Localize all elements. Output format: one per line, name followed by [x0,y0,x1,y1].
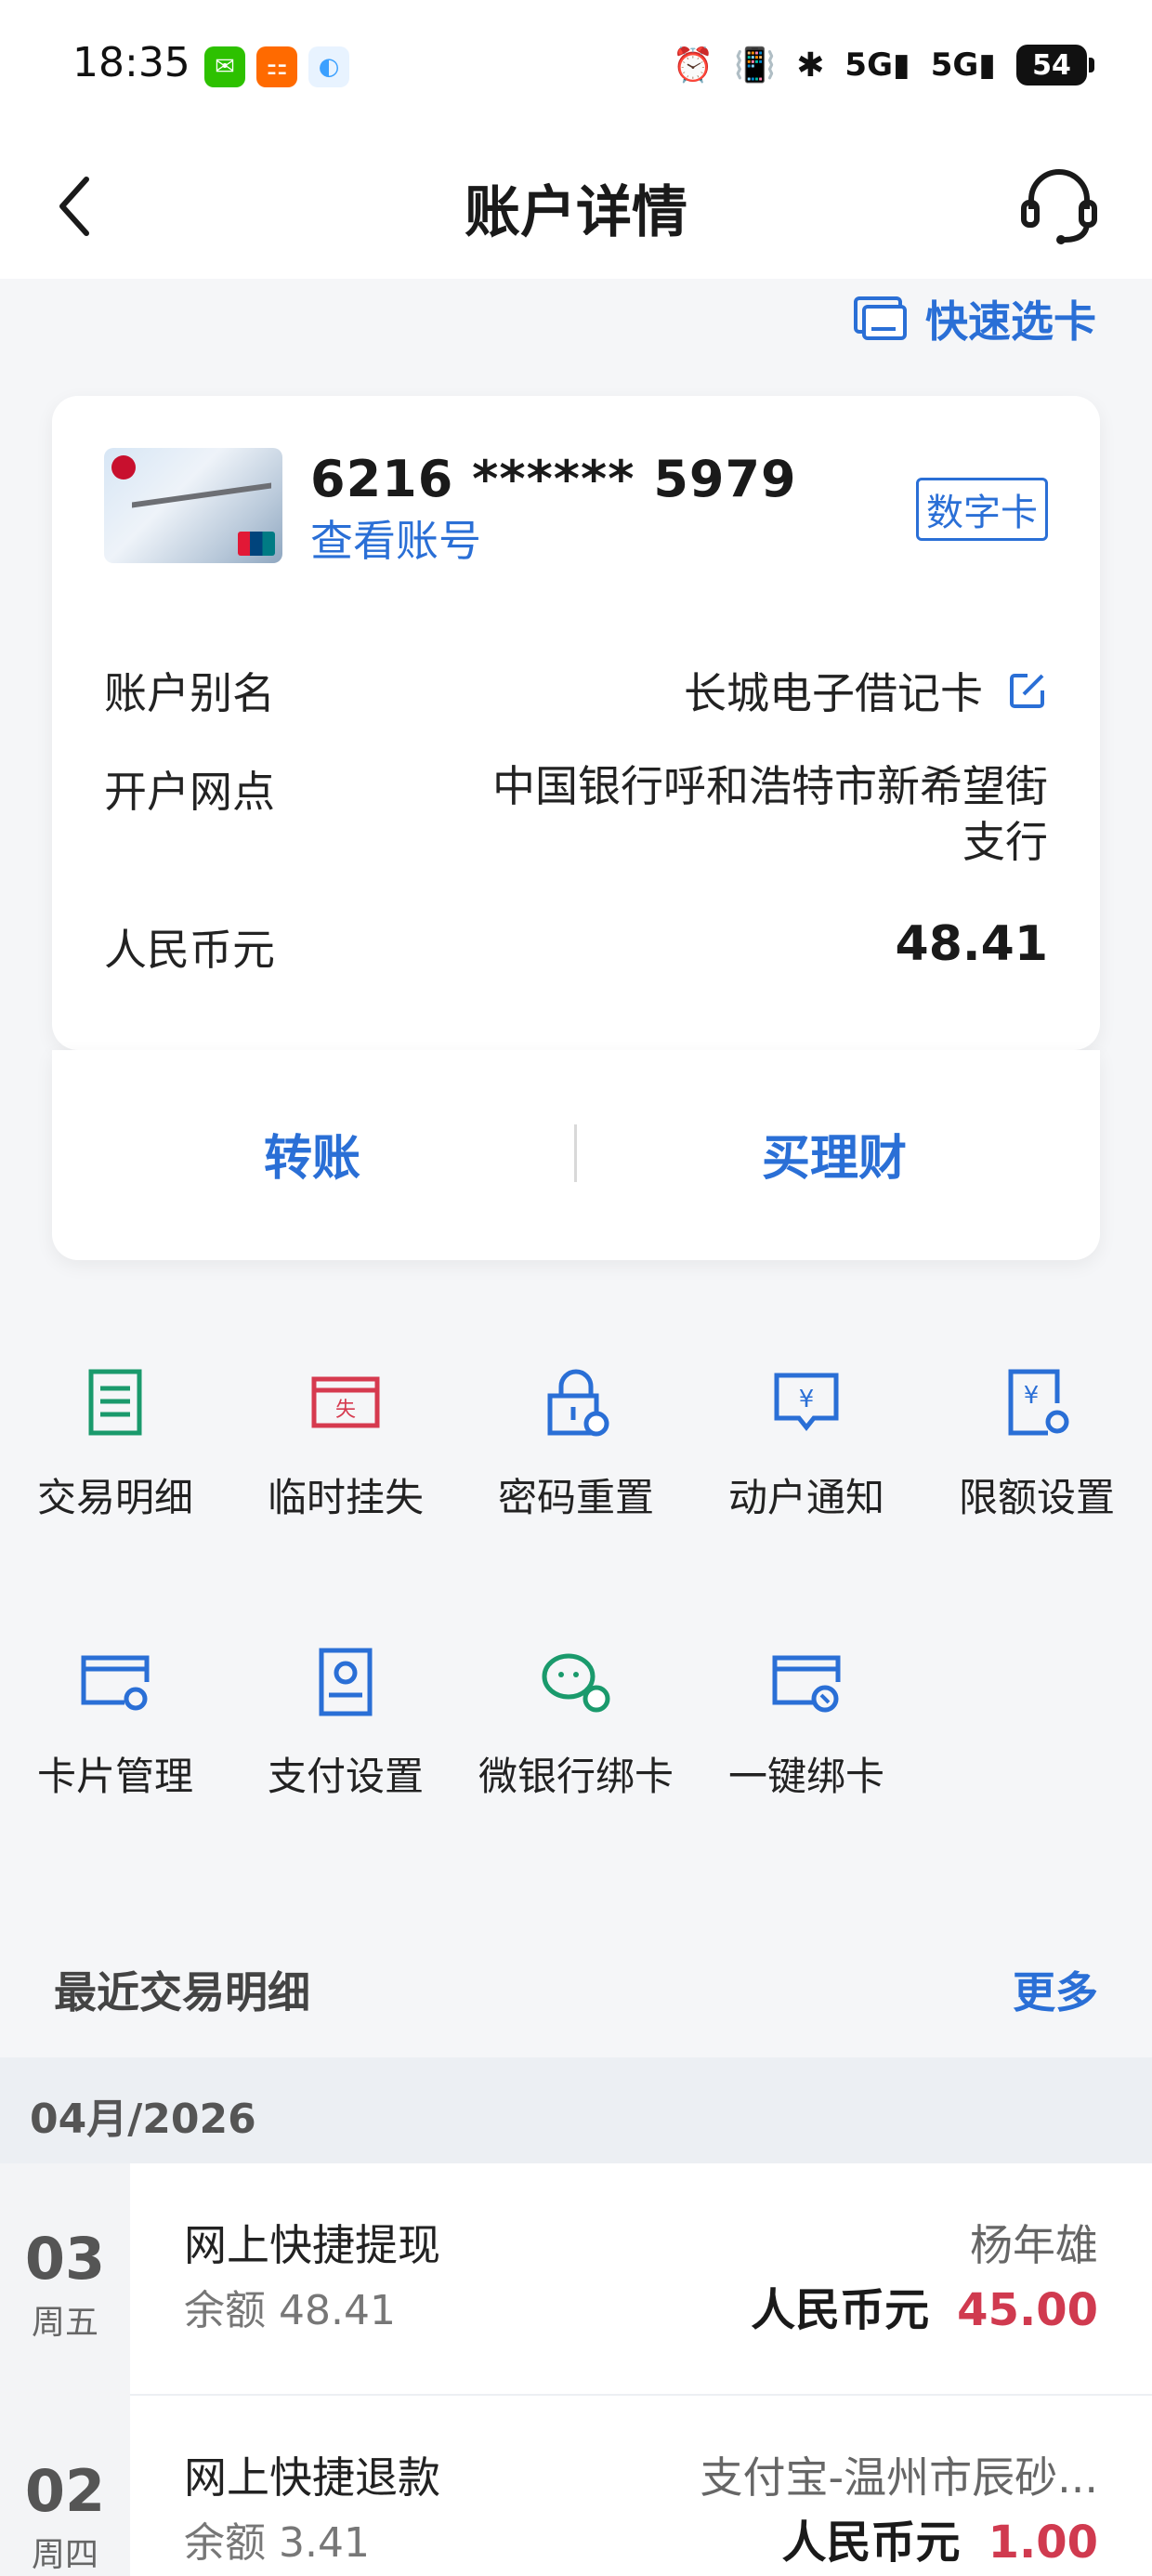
transaction-row[interactable]: 02 周四 网上快捷退款 余额 3.41 支付宝-温州市辰砂... 人民币元 1.… [0,2396,1152,2576]
fn-label: 限额设置 [958,1475,1115,1520]
currency-label: 人民币元 [104,925,275,975]
card-switch-icon [854,296,907,340]
recent-transactions-title: 最近交易明细 [54,1967,310,2017]
battery-icon: 54 [1016,45,1094,85]
transaction-party: 杨年雄 [970,2220,1098,2270]
transaction-row[interactable]: 03 周五 网上快捷提现 余额 48.41 杨年雄 人民币元 45.00 [0,2163,1152,2396]
bank-logo-icon [111,455,136,480]
fn-account-notice[interactable]: ¥ 动户通知 [704,1366,909,1523]
transfer-button[interactable]: 转账 [264,1119,360,1189]
fn-label: 微银行绑卡 [478,1754,674,1799]
wechat-app-icon: ✉ [204,46,245,87]
signal-5g-icon-2: 5G▮ [930,46,996,84]
alias-value-group: 长城电子借记卡 [684,660,1048,721]
limit-settings-icon: ¥ [1008,1369,1069,1436]
transaction-balance: 余额 3.41 [184,2519,370,2567]
card-actions: 转账 买理财 [52,1050,1100,1260]
fn-wechat-bank-bind[interactable]: 微银行绑卡 [474,1645,678,1802]
bank-card-image [104,448,282,563]
svg-text:失: 失 [335,1399,356,1422]
fn-one-click-bind[interactable]: 一键绑卡 [704,1645,909,1802]
transaction-weekday: 周四 [31,2536,98,2574]
status-app-icons: ✉ ⚏ ◐ [204,46,349,87]
transaction-balance: 余额 48.41 [184,2287,396,2334]
fn-transaction-detail[interactable]: 交易明细 [13,1366,217,1523]
alias-label: 账户别名 [104,668,275,718]
status-bar: 18:35 ✉ ⚏ ◐ ⏰ 📳 ✱ 5G▮ 5G▮ 54 [0,0,1152,130]
branch-value: 中国银行呼和浩特市新希望街支行 [492,761,1048,867]
fn-payment-settings[interactable]: 支付设置 [243,1645,448,1802]
card-management-icon [81,1655,150,1711]
transaction-date: 03 周五 [0,2163,130,2396]
transaction-weekday: 周五 [31,2304,98,2342]
transaction-name: 网上快捷退款 [184,2452,440,2503]
fn-limit-settings[interactable]: ¥ 限额设置 [935,1366,1139,1523]
transaction-currency: 人民币元 [751,2284,930,2336]
view-account-number-link[interactable]: 查看账号 [310,507,481,569]
fn-label: 临时挂失 [267,1475,424,1520]
function-grid: 交易明细 失 临时挂失 密码重置 ¥ 动户通知 ¥ 限额设置 卡片管理 支付设置… [0,1320,1152,1877]
vibrate-icon: 📳 [734,46,777,85]
fn-password-reset[interactable]: 密码重置 [474,1366,678,1523]
month-label: 04月/2026 [30,2096,256,2143]
transaction-day: 03 [24,2225,106,2293]
page-title: 账户详情 [465,180,687,245]
app-icon: ⚏ [256,46,297,87]
wechat-bind-icon [542,1653,610,1713]
transaction-currency: 人民币元 [781,2517,961,2569]
transaction-amount-value: 45.00 [957,2284,1098,2336]
alias-value: 长城电子借记卡 [684,668,983,718]
month-header: 04月/2026 [0,2057,1152,2163]
fn-label: 一键绑卡 [727,1754,884,1799]
svg-text:¥: ¥ [799,1386,815,1413]
transaction-party: 支付宝-温州市辰砂... [700,2452,1098,2503]
fn-label: 动户通知 [727,1475,884,1520]
account-card: 6216 ****** 5979 查看账号 数字卡 账户别名 长城电子借记卡 开… [52,396,1100,1050]
fn-label: 交易明细 [36,1475,193,1520]
header: 账户详情 [0,130,1152,279]
report-loss-icon: 失 [311,1376,380,1428]
status-indicators: ⏰ 📳 ✱ 5G▮ 5G▮ 54 [672,45,1094,85]
payment-settings-icon [319,1648,373,1716]
fn-report-loss[interactable]: 失 临时挂失 [243,1366,448,1523]
fn-label: 卡片管理 [36,1754,193,1799]
one-click-bind-icon [772,1655,841,1713]
transaction-list-icon [88,1369,142,1436]
password-reset-icon [547,1369,609,1437]
fn-label: 密码重置 [497,1475,654,1520]
signal-5g-icon: 5G▮ [844,46,910,84]
status-time: 18:35 [72,39,190,86]
quick-pick-card-button[interactable]: 快速选卡 [853,288,1096,349]
headset-icon [1021,169,1097,244]
card-number: 6216 ****** 5979 [310,450,797,508]
svg-text:¥: ¥ [1024,1382,1040,1410]
transaction-amount: 人民币元 1.00 [782,2505,1098,2570]
more-link[interactable]: 更多 [1013,1959,1098,2020]
digital-card-badge: 数字卡 [916,478,1048,541]
branch-label: 开户网点 [104,767,275,817]
fn-card-management[interactable]: 卡片管理 [13,1645,217,1802]
recent-transactions-header: 最近交易明细 更多 [0,1922,1152,2057]
quick-pick-label: 快速选卡 [925,296,1096,347]
fn-label: 支付设置 [267,1754,424,1799]
transaction-amount-value: 1.00 [988,2517,1098,2569]
action-divider [574,1124,577,1182]
transaction-date: 02 周四 [0,2396,130,2576]
unionpay-logo-icon [238,532,275,556]
balance-value: 48.41 [895,916,1048,972]
alarm-icon: ⏰ [672,46,714,85]
bluetooth-icon: ✱ [796,46,825,85]
buy-wealth-button[interactable]: 买理财 [762,1119,907,1189]
transaction-name: 网上快捷提现 [184,2220,440,2270]
customer-service-button[interactable] [1013,158,1106,251]
transaction-amount: 人民币元 45.00 [751,2273,1098,2338]
transaction-day: 02 [24,2457,106,2525]
edit-icon[interactable] [1007,670,1048,711]
account-notice-icon: ¥ [774,1373,839,1432]
browser-app-icon: ◐ [308,46,349,87]
